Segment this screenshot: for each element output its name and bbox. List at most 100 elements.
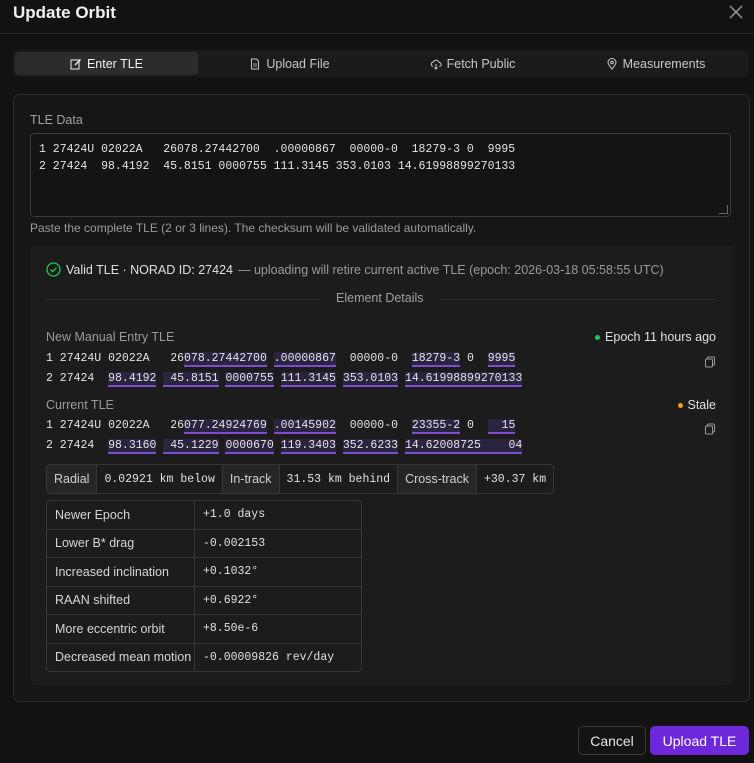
current-tle-line-2: 2 27424 98.3160 45.1229 0000670 119.3403… xyxy=(46,437,523,455)
change-label: Lower B* drag xyxy=(47,529,195,557)
tab-label: Fetch Public xyxy=(446,56,516,71)
tab-measurements[interactable]: Measurements xyxy=(564,52,747,75)
tle-text: 00000-0 xyxy=(335,419,412,432)
change-value: +1.0 days xyxy=(203,508,266,522)
new-tle-status: Epoch 11 hours ago xyxy=(595,330,716,344)
check-circle-icon xyxy=(46,262,61,277)
delta-value-radial: 0.02921 km below xyxy=(97,465,223,493)
changed-field: .00145902 xyxy=(273,419,336,434)
changed-field: 352.6233 xyxy=(342,439,399,454)
status-text: Stale xyxy=(687,398,717,412)
map-pin-icon xyxy=(607,57,617,70)
current-tle-label: Current TLE xyxy=(46,398,114,412)
copy-icon[interactable] xyxy=(704,356,716,368)
file-icon xyxy=(251,58,260,69)
status-dot xyxy=(677,402,683,408)
change-value: -0.002153 xyxy=(203,536,266,550)
tle-textarea[interactable]: 1 27424U 02022A 26078.27442700 .00000867… xyxy=(30,133,731,217)
tle-text: 0 xyxy=(460,419,488,432)
copy-icon[interactable] xyxy=(704,423,716,435)
tab-label: Measurements xyxy=(622,56,706,71)
table-row: Increased inclination +0.1032° xyxy=(47,558,361,587)
tab-enter-tle[interactable]: Enter TLE xyxy=(15,52,198,75)
changed-field: 14.61998899270133 xyxy=(404,372,523,387)
changed-field: 15 xyxy=(487,419,516,434)
table-row: Lower B* drag -0.002153 xyxy=(47,529,361,558)
change-value: +0.1032° xyxy=(203,565,259,579)
validation-text: Valid TLE · NORAD ID: 27424 xyxy=(66,262,233,277)
changed-field: 45.8151 xyxy=(163,372,219,387)
tle-text: 1 27424U 02022A 26 xyxy=(46,419,185,432)
tle-text: 1 27424U 02022A 26 xyxy=(46,352,185,365)
change-value: -0.00009826 rev/day xyxy=(203,650,335,664)
changed-field: 353.0103 xyxy=(342,372,399,387)
new-tle-line-2: 2 27424 98.4192 45.8151 0000755 111.3145… xyxy=(46,370,523,388)
changed-field: 077.24924769 xyxy=(184,419,267,434)
tab-fetch-public[interactable]: Fetch Public xyxy=(381,52,564,75)
changed-field: 119.3403 xyxy=(280,439,336,454)
validation-results: Valid TLE · NORAD ID: 27424 — uploading … xyxy=(30,245,732,685)
table-row: Newer Epoch +1.0 days xyxy=(47,501,361,530)
change-label: RAAN shifted xyxy=(47,586,195,614)
dialog-header: Update Orbit xyxy=(0,0,754,34)
tab-label: Enter TLE xyxy=(86,56,144,71)
position-deltas: Radial 0.02921 km below In-track 31.53 k… xyxy=(46,464,555,494)
cloud-download-icon xyxy=(430,59,442,70)
table-row: More eccentric orbit +8.50e-6 xyxy=(47,615,361,644)
current-tle-line-1: 1 27424U 02022A 26077.24924769 .00145902… xyxy=(46,417,516,435)
tle-text xyxy=(398,439,405,452)
tab-label: Upload File xyxy=(266,56,330,71)
resize-handle[interactable] xyxy=(719,205,728,214)
tle-text xyxy=(267,352,274,365)
enter-tle-panel: TLE Data 1 27424U 02022A 26078.27442700 … xyxy=(13,94,750,702)
tle-input-line-2: 2 27424 98.4192 45.8151 0000755 111.3145… xyxy=(39,160,516,173)
delta-value-in-track: 31.53 km behind xyxy=(280,465,399,493)
dialog-title: Update Orbit xyxy=(13,3,116,22)
change-label: More eccentric orbit xyxy=(47,615,195,643)
change-label: Increased inclination xyxy=(47,558,195,586)
delta-label-cross-track: Cross-track xyxy=(398,465,477,493)
changed-field: .00000867 xyxy=(273,352,336,367)
tle-text xyxy=(267,419,274,432)
changed-field: 14.62008725 04 xyxy=(404,439,523,454)
close-icon[interactable] xyxy=(726,2,746,22)
change-value: +8.50e-6 xyxy=(203,622,259,636)
validation-detail: — uploading will retire current active T… xyxy=(237,262,664,277)
tle-text: 0 xyxy=(460,352,488,365)
status-text: Epoch 11 hours ago xyxy=(605,330,716,344)
element-details-heading: Element Details xyxy=(320,291,440,305)
tle-input-line-1: 1 27424U 02022A 26078.27442700 .00000867… xyxy=(39,143,516,156)
changed-field: 111.3145 xyxy=(280,372,336,387)
tle-text xyxy=(336,439,343,452)
tle-text xyxy=(274,439,281,452)
tle-text: 00000-0 xyxy=(335,352,412,365)
delta-value-cross-track: +30.37 km xyxy=(483,472,547,486)
changed-field: 0000670 xyxy=(225,439,274,454)
change-label: Newer Epoch xyxy=(47,501,195,529)
changed-field: 23355-2 xyxy=(411,419,461,434)
table-row: RAAN shifted +0.6922° xyxy=(47,586,361,615)
tle-text: 2 27424 xyxy=(46,372,109,385)
tle-text xyxy=(274,372,281,385)
changed-field: 98.4192 xyxy=(108,372,157,387)
upload-tle-button[interactable]: Upload TLE xyxy=(650,726,749,755)
delta-label-radial: Radial xyxy=(47,465,98,493)
tab-upload-file[interactable]: Upload File xyxy=(198,52,381,75)
tle-text: 2 27424 xyxy=(46,439,109,452)
new-tle-line-1: 1 27424U 02022A 26078.27442700 .00000867… xyxy=(46,350,516,368)
tle-helper-text: Paste the complete TLE (2 or 3 lines). T… xyxy=(30,221,477,235)
tle-text xyxy=(398,372,405,385)
changed-field: 0000755 xyxy=(225,372,274,387)
element-changes-table: Newer Epoch +1.0 days Lower B* drag -0.002… xyxy=(46,500,362,672)
new-tle-label: New Manual Entry TLE xyxy=(46,330,175,344)
cancel-button[interactable]: Cancel xyxy=(578,726,646,755)
change-label: Decreased mean motion xyxy=(47,643,195,671)
table-row: Decreased mean motion -0.00009826 rev/day xyxy=(47,643,361,671)
change-value: +0.6922° xyxy=(203,593,259,607)
tle-text xyxy=(336,372,343,385)
changed-field: 078.27442700 xyxy=(184,352,267,367)
edit-icon xyxy=(70,58,81,69)
changed-field: 98.3160 xyxy=(108,439,157,454)
changed-field: 18279-3 xyxy=(411,352,461,367)
tle-data-label: TLE Data xyxy=(30,113,83,127)
